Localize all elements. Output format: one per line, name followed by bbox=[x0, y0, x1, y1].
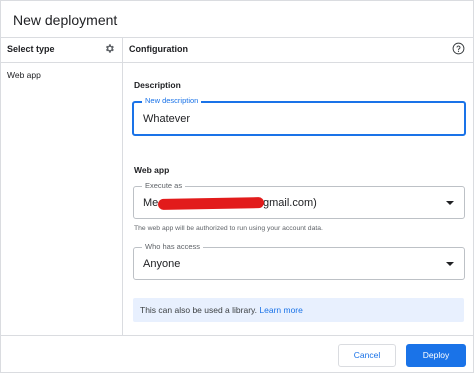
configuration-heading: Configuration bbox=[129, 44, 188, 54]
who-has-access-select[interactable]: Who has access Anyone bbox=[133, 242, 465, 280]
execute-as-value-suffix: gmail.com) bbox=[263, 197, 317, 209]
library-notice-text: This can also be used a library. Learn m… bbox=[140, 305, 303, 315]
caret-down-icon bbox=[446, 262, 454, 266]
redaction-mark bbox=[157, 197, 265, 210]
who-has-access-value: Anyone bbox=[143, 258, 181, 270]
sidebar-divider bbox=[122, 37, 123, 336]
learn-more-link[interactable]: Learn more bbox=[259, 305, 302, 315]
description-value: Whatever bbox=[143, 113, 191, 125]
description-field[interactable]: New description Whatever bbox=[132, 96, 466, 136]
caret-down-icon bbox=[446, 201, 454, 205]
footer-divider bbox=[1, 335, 473, 336]
new-deployment-dialog: New deployment Select type Configuration… bbox=[0, 0, 474, 373]
gear-icon[interactable] bbox=[104, 43, 115, 54]
subheader-divider bbox=[1, 62, 473, 63]
library-notice: This can also be used a library. Learn m… bbox=[133, 298, 464, 322]
who-has-access-label: Who has access bbox=[142, 242, 204, 251]
sidebar-item-web-app[interactable]: Web app bbox=[7, 70, 41, 80]
description-field-label: New description bbox=[142, 96, 202, 105]
library-notice-message: This can also be used a library. bbox=[140, 305, 258, 315]
execute-as-label: Execute as bbox=[142, 181, 186, 190]
execute-as-hint: The web app will be authorized to run us… bbox=[134, 225, 323, 232]
web-app-section-label: Web app bbox=[134, 165, 170, 175]
execute-as-value-prefix: Me bbox=[143, 197, 159, 209]
help-circle-icon[interactable] bbox=[452, 42, 465, 55]
header-divider bbox=[1, 37, 473, 38]
select-type-heading: Select type bbox=[7, 44, 55, 54]
cancel-button[interactable]: Cancel bbox=[338, 344, 396, 367]
deploy-button[interactable]: Deploy bbox=[406, 344, 466, 367]
dialog-title: New deployment bbox=[13, 12, 118, 28]
description-section-label: Description bbox=[134, 80, 181, 90]
